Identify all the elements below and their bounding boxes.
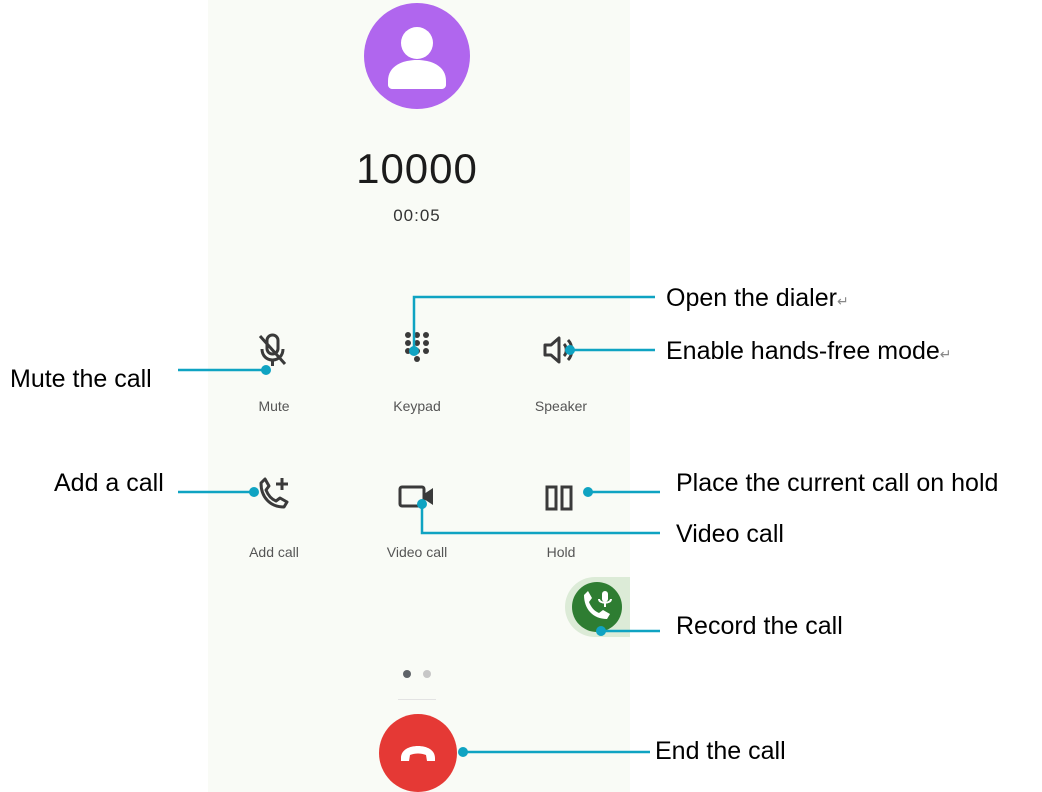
annotation-hands-free-text: Enable hands-free mode (666, 337, 940, 365)
callout-dot-hands-free (565, 345, 575, 355)
line-break-mark: ↵ (836, 293, 849, 309)
annotation-record-call: Record the call (676, 612, 843, 640)
annotation-open-dialer: Open the dialer↵ (666, 283, 849, 316)
annotation-end-call: End the call (655, 737, 786, 765)
callout-dot-record (596, 626, 606, 636)
callout-dot-open-dialer (409, 346, 419, 356)
callout-dot-mute (261, 365, 271, 375)
callout-dot-add-call (249, 487, 259, 497)
callout-dot-end-call (458, 747, 468, 757)
annotated-call-screen: 10000 00:05 Mute Keypad Speaker Add call… (0, 0, 1042, 792)
annotation-hands-free: Enable hands-free mode↵ (666, 336, 952, 369)
annotation-video-call: Video call (676, 520, 784, 548)
line-break-mark: ↵ (939, 346, 952, 362)
annotation-mute-call: Mute the call (10, 365, 152, 393)
annotation-hold: Place the current call on hold (676, 469, 999, 497)
annotation-open-dialer-text: Open the dialer (666, 284, 837, 312)
callout-dot-hold (583, 487, 593, 497)
annotation-add-call: Add a call (54, 469, 164, 497)
callout-dot-video-call (417, 499, 427, 509)
callout-lines (178, 295, 660, 757)
callout-line-video-call (420, 504, 660, 535)
callout-line-open-dialer (412, 295, 655, 351)
